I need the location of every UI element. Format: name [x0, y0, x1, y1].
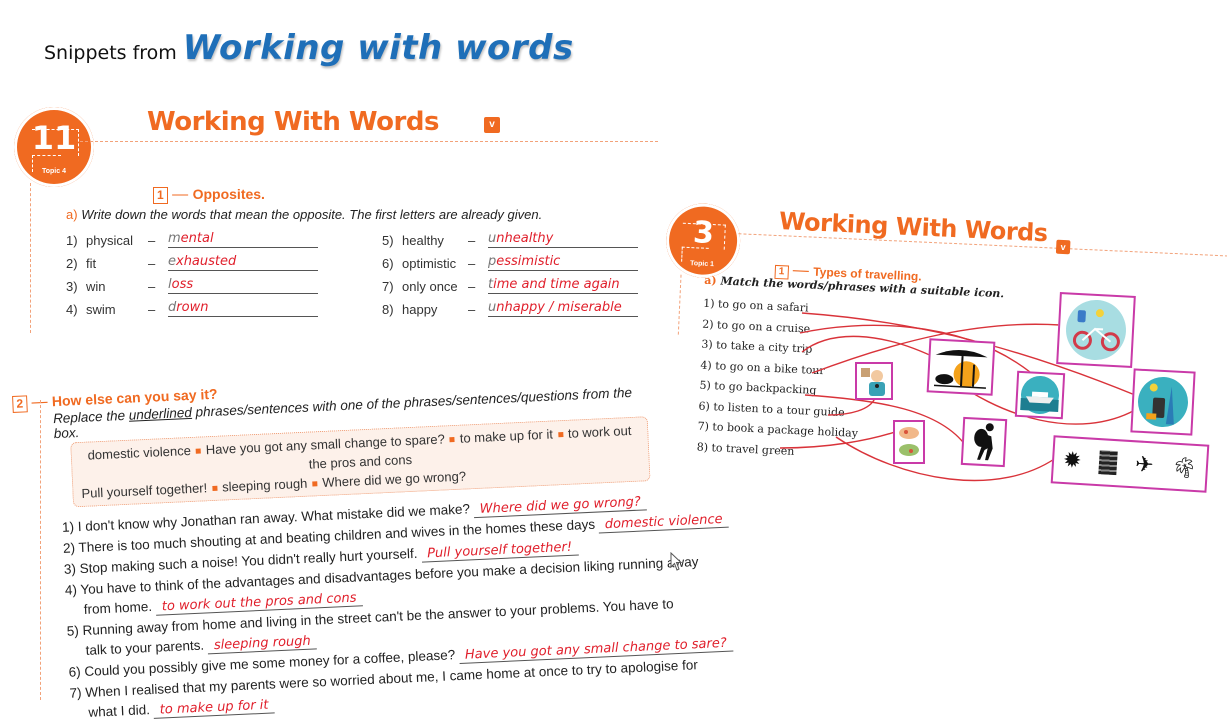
icon-backpacker[interactable] [960, 416, 1008, 468]
sun-icon: ✹ [1062, 446, 1083, 474]
matching-lines [779, 312, 1136, 482]
hotel-icon [1098, 450, 1119, 476]
icon-safari[interactable] [926, 338, 996, 396]
match-line [835, 436, 1061, 482]
match-line [779, 431, 896, 449]
icon-package-holiday[interactable]: ✹ ✈ 🌴︎ [1050, 435, 1210, 493]
icon-city-trip[interactable] [1130, 368, 1196, 436]
icon-local-food[interactable] [893, 420, 925, 464]
match-line [827, 397, 876, 416]
match-line [801, 335, 941, 361]
icon-tour-guide[interactable] [855, 362, 893, 400]
palm-tree-icon: 🌴︎ [1170, 456, 1198, 480]
airplane-icon: ✈ [1134, 451, 1155, 478]
match-line [804, 394, 967, 447]
icon-bike-tour[interactable] [1056, 292, 1136, 368]
icon-cruise-ship[interactable] [1014, 370, 1066, 420]
